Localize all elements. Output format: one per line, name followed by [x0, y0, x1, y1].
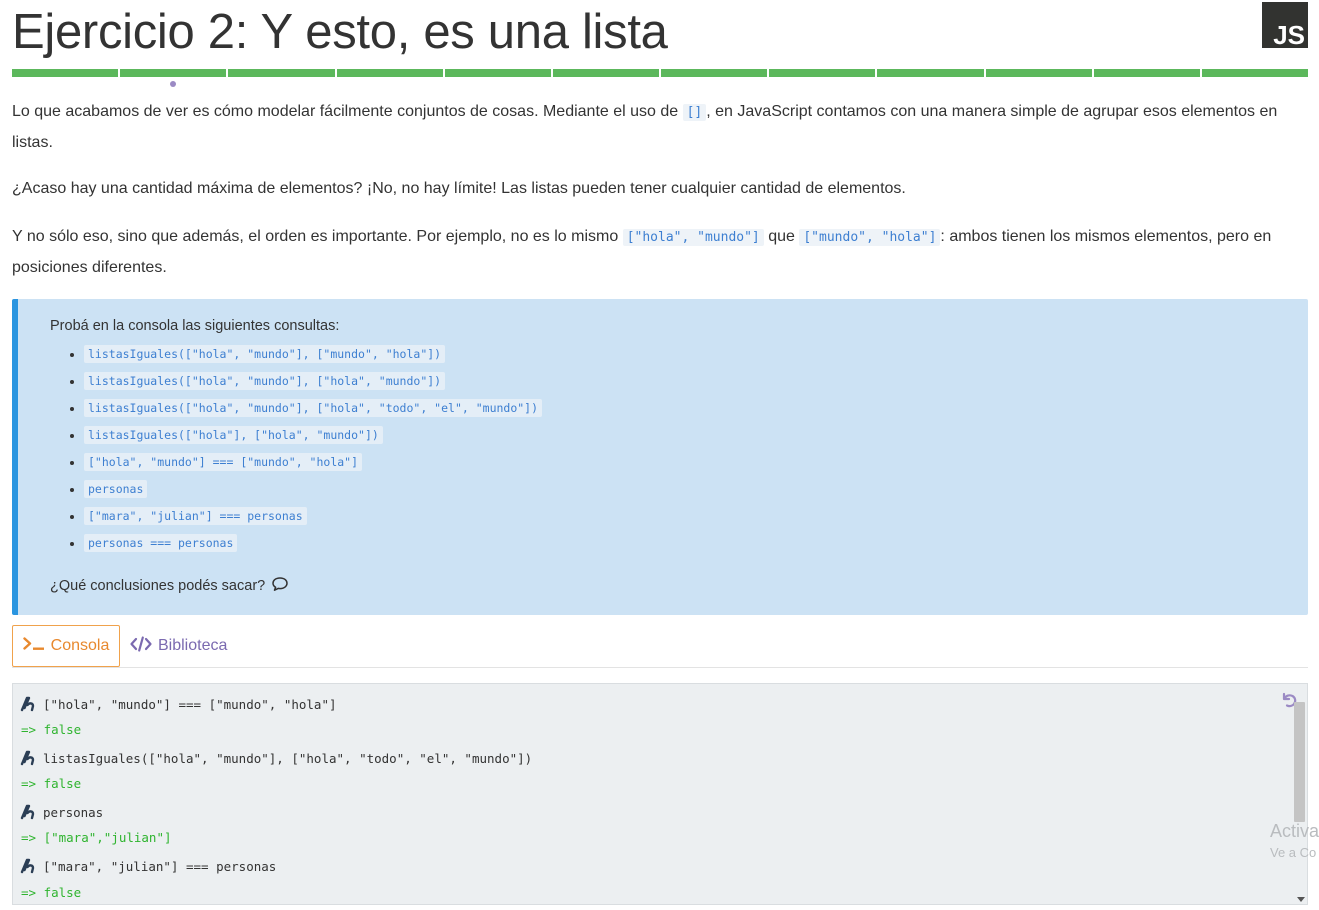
page-header: Ejercicio 2: Y esto, es una lista JS — [12, 0, 1308, 70]
console-line-text: ["hola", "mundo"] === ["mundo", "hola"] — [43, 696, 337, 712]
tab-library-label: Biblioteca — [158, 637, 228, 654]
activation-watermark: Activa Ve a Co — [1270, 820, 1319, 864]
console-input-line: listasIguales(["hola", "mundo"], ["hola"… — [19, 750, 532, 766]
query-list: listasIguales(["hola", "mundo"], ["mundo… — [50, 343, 543, 559]
progress-segment[interactable] — [120, 69, 227, 77]
query-item: personas === personas — [84, 532, 542, 559]
conclusion-question: ¿Qué conclusiones podés sacar? — [50, 576, 289, 596]
tab-console-label: Consola — [50, 637, 110, 654]
query-code: listasIguales(["hola", "mundo"], ["hola"… — [84, 372, 446, 390]
exercise-progress-bar — [12, 69, 1309, 77]
query-code: listasIguales(["hola", "mundo"], ["hola"… — [84, 399, 543, 417]
progress-segment[interactable] — [985, 69, 1092, 77]
console-output-line: => false — [21, 722, 82, 737]
progress-segment[interactable] — [336, 69, 443, 77]
console-scrollbar-thumb[interactable] — [1294, 702, 1305, 822]
query-code: personas === personas — [84, 534, 238, 552]
order-text-b: que — [763, 228, 800, 245]
progress-segment[interactable] — [12, 69, 119, 77]
inline-code-brackets: [] — [682, 104, 707, 121]
console-scrollbar[interactable] — [1293, 702, 1305, 896]
query-item: listasIguales(["hola", "mundo"], ["mundo… — [84, 343, 542, 370]
prompt-icon — [20, 804, 35, 820]
console-line-text: listasIguales(["hola", "mundo"], ["hola"… — [43, 750, 533, 766]
scroll-down-arrow-icon[interactable] — [1297, 897, 1305, 902]
query-code: ["mara", "julian"] === personas — [84, 507, 307, 525]
intro-text-a: Lo que acabamos de ver es cómo modelar f… — [12, 103, 683, 120]
console-output-line: => false — [21, 885, 82, 900]
terminal-icon — [22, 636, 45, 656]
console-input-line: ["hola", "mundo"] === ["mundo", "hola"] — [19, 696, 337, 712]
tab-console[interactable]: Consola — [12, 625, 120, 667]
progress-segment[interactable] — [552, 69, 660, 77]
query-code: listasIguales(["hola"], ["hola", "mundo"… — [84, 426, 383, 444]
progress-segment[interactable] — [661, 69, 768, 77]
conclusion-question-text: ¿Qué conclusiones podés sacar? — [50, 578, 266, 594]
intro-paragraph: Lo que acabamos de ver es cómo modelar f… — [12, 97, 1308, 158]
speech-bubble-icon[interactable] — [271, 576, 289, 596]
limit-paragraph: ¿Acaso hay una cantidad máxima de elemen… — [12, 180, 906, 197]
console-output[interactable]: ["hola", "mundo"] === ["mundo", "hola"] … — [12, 683, 1308, 905]
console-input-line: personas — [19, 804, 103, 820]
query-code: listasIguales(["hola", "mundo"], ["mundo… — [84, 345, 446, 363]
page-title: Ejercicio 2: Y esto, es una lista — [12, 5, 668, 59]
query-item: listasIguales(["hola", "mundo"], ["hola"… — [84, 370, 542, 397]
query-item: personas — [84, 478, 542, 505]
console-line-text: ["mara", "julian"] === personas — [43, 858, 277, 874]
order-text-a: Y no sólo eso, sino que además, el orden… — [12, 228, 623, 245]
query-code: ["hola", "mundo"] === ["mundo", "hola"] — [84, 453, 363, 471]
code-icon — [130, 635, 152, 657]
prompt-icon — [20, 858, 35, 874]
order-paragraph: Y no sólo eso, sino que además, el orden… — [12, 222, 1308, 283]
inline-code-list-2: ["mundo", "hola"] — [799, 229, 941, 246]
prompt-icon — [20, 696, 35, 712]
query-item: ["hola", "mundo"] === ["mundo", "hola"] — [84, 451, 542, 478]
inline-code-list-1: ["hola", "mundo"] — [622, 229, 764, 246]
tab-library[interactable]: Biblioteca — [130, 625, 227, 667]
watermark-line-2: Ve a Co — [1270, 845, 1317, 860]
console-input-line: ["mara", "julian"] === personas — [19, 858, 276, 874]
instructions-callout: Probá en la consola las siguientes consu… — [12, 299, 1308, 615]
query-item: listasIguales(["hola"], ["hola", "mundo"… — [84, 424, 542, 451]
console-line-text: personas — [43, 804, 104, 820]
query-code: personas — [84, 480, 148, 498]
watermark-line-1: Activa — [1270, 821, 1319, 841]
progress-segment[interactable] — [1201, 69, 1309, 77]
editor-tabs: Consola Biblioteca — [12, 625, 1308, 668]
query-item: listasIguales(["hola", "mundo"], ["hola"… — [84, 397, 543, 424]
console-output-line: => false — [21, 776, 82, 791]
progress-segment[interactable] — [877, 69, 984, 77]
progress-segment[interactable] — [1093, 69, 1200, 77]
console-output-line: => ["mara","julian"] — [21, 830, 172, 845]
progress-segment[interactable] — [444, 69, 551, 77]
prompt-icon — [20, 750, 35, 766]
js-language-badge: JS — [1262, 2, 1308, 48]
current-exercise-marker — [170, 81, 176, 87]
progress-segment[interactable] — [228, 69, 335, 77]
progress-segment[interactable] — [769, 69, 876, 77]
query-item: ["mara", "julian"] === personas — [84, 505, 542, 532]
callout-lead: Probá en la consola las siguientes consu… — [50, 318, 340, 334]
